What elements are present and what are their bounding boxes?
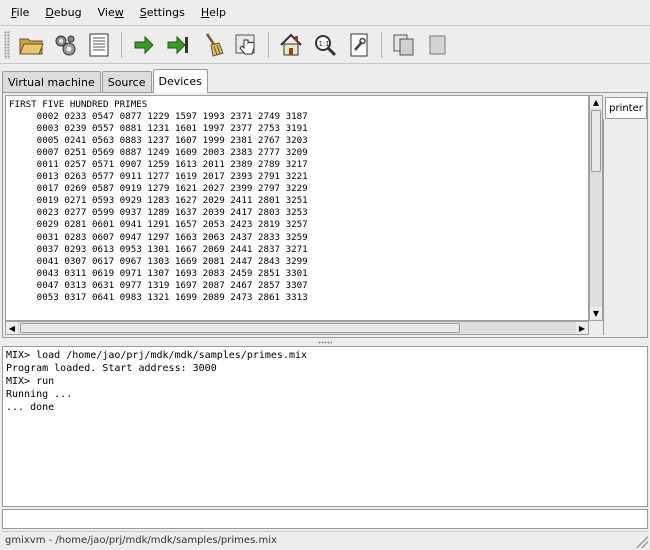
tab-source[interactable]: Source (101, 71, 152, 93)
scroll-left-icon[interactable]: ◀ (6, 322, 18, 334)
tab-devices[interactable]: Devices (152, 69, 208, 93)
printer-line: 0017 0269 0587 0919 1279 1621 2027 2399 … (9, 183, 308, 195)
menu-view-pre: Vie (97, 6, 115, 19)
svg-text:1:1: 1:1 (319, 40, 330, 48)
menu-debug[interactable]: Debug (37, 6, 89, 19)
arrow-right-icon (134, 35, 154, 55)
vertical-scroll-thumb[interactable] (591, 110, 601, 172)
open-folder-icon (19, 38, 44, 55)
clear-button[interactable] (195, 29, 229, 61)
printer-line: 0043 0311 0619 0971 1307 1693 2083 2459 … (9, 267, 308, 279)
console-line: Running ... (6, 389, 73, 400)
scroll-up-icon[interactable]: ▲ (590, 96, 602, 109)
printer-line: 0019 0271 0593 0929 1283 1627 2029 2411 … (9, 195, 308, 207)
tab-printer-label: printer (609, 102, 643, 114)
tab-virtual-machine-label: Virtual machine (8, 76, 95, 89)
menu-help-rest: elp (209, 6, 226, 19)
resize-grip-icon[interactable] (636, 536, 648, 548)
hand-pointer-icon (235, 34, 255, 55)
home-icon (280, 33, 302, 56)
arrow-right-end-icon (167, 35, 188, 55)
console-line: MIX> run (6, 376, 55, 387)
page-button[interactable] (421, 29, 455, 61)
copy-button[interactable] (387, 29, 421, 61)
notebook-tabs: Virtual machine Source Devices (2, 69, 209, 93)
status-bar: gmixvm - /home/jao/prj/mdk/mdk/samples/p… (2, 531, 648, 549)
gears-icon (55, 35, 76, 56)
toolbar: 1:1 (0, 27, 650, 64)
console-line: Program loaded. Start address: 3000 (6, 363, 217, 374)
zoom-icon: 1:1 (315, 35, 337, 57)
printer-output[interactable]: FIRST FIVE HUNDRED PRIMES 0002 0233 0547… (5, 95, 589, 321)
splitter-grip-icon (318, 340, 332, 344)
menu-view[interactable]: View (90, 6, 132, 19)
status-text: gmixvm - /home/jao/prj/mdk/mdk/samples/p… (5, 535, 277, 546)
breakpoint-button[interactable] (229, 29, 263, 61)
menu-file-rest: ile (16, 6, 30, 19)
document-list-icon (89, 33, 109, 57)
console-line: MIX> load /home/jao/prj/mdk/mdk/samples/… (6, 350, 308, 361)
printer-heading: FIRST FIVE HUNDRED PRIMES (9, 99, 148, 110)
run-button[interactable] (161, 29, 195, 61)
listing-button[interactable] (82, 29, 116, 61)
printer-line: 0011 0257 0571 0907 1259 1613 2011 2389 … (9, 159, 308, 171)
open-button[interactable] (14, 29, 48, 61)
tab-printer[interactable]: printer (605, 97, 647, 119)
menu-help[interactable]: Help (193, 6, 234, 19)
device-side-panel (603, 119, 647, 335)
menu-debug-rest: ebug (53, 6, 82, 19)
tab-source-label: Source (107, 76, 146, 89)
copy-pages-icon (393, 34, 414, 56)
toolbar-separator-3 (381, 32, 382, 58)
console-line: ... done (6, 402, 55, 413)
printer-line: 0013 0263 0577 0911 1277 1619 2017 2393 … (9, 171, 308, 183)
toolbar-separator-2 (268, 32, 269, 58)
scroll-down-icon[interactable]: ▼ (590, 307, 602, 320)
wrench-document-icon (350, 33, 368, 57)
printer-line: 0029 0281 0601 0941 1291 1657 2053 2423 … (9, 219, 308, 231)
printer-vertical-scrollbar[interactable]: ▲ ▼ (589, 95, 603, 321)
broom-icon (205, 33, 224, 57)
scroll-right-icon[interactable]: ▶ (576, 322, 588, 334)
printer-line: 0002 0233 0547 0877 1229 1597 1993 2371 … (9, 111, 308, 123)
next-button[interactable] (127, 29, 161, 61)
printer-line: 0053 0317 0641 0983 1321 1699 2089 2473 … (9, 291, 308, 303)
zoom-button[interactable]: 1:1 (308, 29, 342, 61)
menu-debug-mnemonic: D (45, 6, 54, 19)
page-icon (429, 35, 446, 55)
printer-line: 0031 0283 0607 0947 1297 1663 2063 2437 … (9, 231, 308, 243)
printer-line: 0023 0277 0599 0937 1289 1637 2039 2417 … (9, 207, 308, 219)
menu-settings-rest: ettings (146, 6, 185, 19)
tab-virtual-machine[interactable]: Virtual machine (2, 71, 101, 93)
command-input[interactable] (2, 509, 648, 529)
menu-help-mnemonic: H (200, 6, 210, 19)
settings-button[interactable] (342, 29, 376, 61)
menu-bar: File Debug View Settings Help (0, 0, 650, 26)
printer-line: 0037 0293 0613 0953 1301 1667 2069 2441 … (9, 243, 308, 255)
menu-settings-mnemonic: S (139, 6, 147, 19)
home-button[interactable] (274, 29, 308, 61)
horizontal-scroll-thumb[interactable] (20, 323, 460, 333)
menu-settings[interactable]: Settings (132, 6, 193, 19)
printer-line: 0003 0239 0557 0881 1231 1601 1997 2377 … (9, 123, 308, 135)
printer-line: 0041 0307 0617 0967 1303 1669 2081 2447 … (9, 255, 308, 267)
compile-button[interactable] (48, 29, 82, 61)
devices-pane: FIRST FIVE HUNDRED PRIMES 0002 0233 0547… (2, 92, 648, 338)
toolbar-grip-icon[interactable] (4, 31, 10, 59)
menu-view-mnemonic: w (114, 6, 124, 19)
menu-file[interactable]: File (3, 6, 37, 19)
toolbar-separator (121, 32, 122, 58)
command-log: MIX> load /home/jao/prj/mdk/mdk/samples/… (2, 346, 648, 507)
printer-line: 0007 0251 0569 0887 1249 1609 2003 2383 … (9, 147, 308, 159)
tab-devices-label: Devices (158, 75, 202, 88)
printer-line: 0005 0241 0563 0883 1237 1607 1999 2381 … (9, 135, 308, 147)
printer-horizontal-scrollbar[interactable]: ◀ ▶ (5, 321, 589, 335)
pane-splitter[interactable] (0, 338, 650, 346)
printer-line: 0047 0313 0631 0977 1319 1697 2087 2467 … (9, 279, 308, 291)
